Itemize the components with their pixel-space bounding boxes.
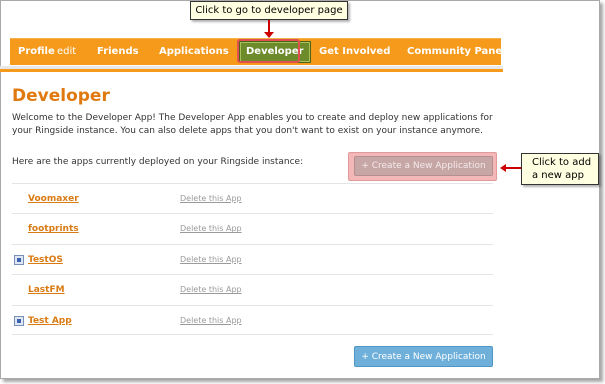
app-name-link[interactable]: TestOS	[28, 255, 63, 265]
main-nav: Profile edit Friends Applications Develo…	[10, 38, 506, 66]
intro-text: Welcome to the Developer App! The Develo…	[12, 113, 493, 136]
app-row: Voomaxer Delete this App	[12, 183, 493, 213]
nav-applications[interactable]: Applications	[159, 39, 229, 66]
delete-app-link[interactable]: Delete this App	[180, 316, 242, 325]
app-name-link[interactable]: LastFM	[28, 285, 65, 295]
nav-profile[interactable]: Profile	[18, 39, 55, 66]
create-application-button-bottom[interactable]: + Create a New Application	[354, 346, 493, 367]
delete-app-link[interactable]: Delete this App	[180, 194, 242, 203]
delete-app-link[interactable]: Delete this App	[180, 224, 242, 233]
app-name-link[interactable]: Test App	[28, 316, 72, 326]
nav-get-involved[interactable]: Get Involved	[319, 39, 390, 66]
app-icon	[14, 315, 24, 326]
nav-developer[interactable]: Developer	[239, 41, 311, 63]
callout-right-arrow-line	[505, 167, 521, 169]
delete-app-link[interactable]: Delete this App	[180, 285, 242, 294]
callout-developer-page-text: Click to go to developer page	[195, 5, 343, 16]
app-list: Voomaxer Delete this App footprints Delete …	[12, 183, 493, 335]
app-name-link[interactable]: footprints	[28, 224, 79, 234]
deployed-apps-label: Here are the apps currently deployed on …	[12, 157, 304, 167]
app-row: footprints Delete this App	[12, 213, 493, 243]
nav-community-panel[interactable]: Community Panel	[407, 39, 506, 66]
app-row: Test App Delete this App	[12, 304, 493, 335]
nav-underline	[0, 66, 503, 72]
app-row: LastFM Delete this App	[12, 274, 493, 304]
app-row: TestOS Delete this App	[12, 243, 493, 274]
app-icon	[14, 254, 24, 265]
callout-add-app-text: Click to add a new app	[532, 157, 592, 181]
callout-add-app: Click to add a new app	[521, 153, 599, 185]
app-name-link[interactable]: Voomaxer	[28, 194, 79, 204]
delete-app-link[interactable]: Delete this App	[180, 255, 242, 264]
page-title: Developer	[12, 86, 110, 106]
create-application-button-top[interactable]: + Create a New Application	[354, 156, 493, 176]
nav-friends[interactable]: Friends	[97, 39, 139, 66]
callout-developer-page: Click to go to developer page	[190, 1, 348, 20]
nav-profile-edit[interactable]: edit	[57, 39, 76, 66]
